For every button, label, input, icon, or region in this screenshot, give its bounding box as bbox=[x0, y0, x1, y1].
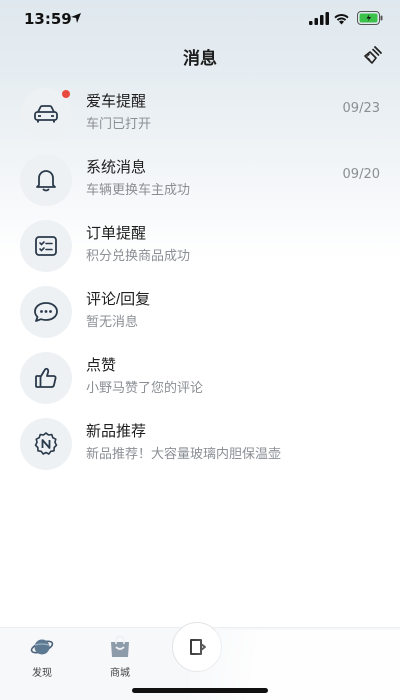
message-icon-container bbox=[20, 88, 72, 140]
message-item-order[interactable]: 订单提醒 积分兑换商品成功 bbox=[0, 212, 400, 278]
tab-label: 商城 bbox=[110, 668, 130, 679]
clear-messages-button[interactable] bbox=[360, 42, 386, 68]
comment-bubble-icon bbox=[34, 302, 58, 322]
message-subtitle: 车门已打开 bbox=[86, 116, 152, 131]
message-item-comment[interactable]: 评论/回复 暂无消息 bbox=[0, 278, 400, 344]
location-arrow-icon bbox=[71, 13, 81, 23]
tab-label: 发现 bbox=[32, 668, 52, 679]
message-subtitle: 小野马赞了您的评论 bbox=[86, 380, 204, 395]
message-icon-container bbox=[20, 220, 72, 272]
message-subtitle: 暂无消息 bbox=[86, 314, 139, 329]
message-subtitle: 新品推荐！大容量玻璃内胆保温壶 bbox=[86, 446, 282, 461]
status-bar: 13:59 bbox=[0, 0, 400, 40]
new-product-badge-icon bbox=[34, 432, 58, 455]
order-list-icon bbox=[35, 236, 57, 256]
nav-bar: 消息 bbox=[0, 38, 400, 72]
message-icon-container bbox=[20, 352, 72, 404]
tab-discover[interactable]: 发现 bbox=[12, 634, 72, 679]
message-title: 系统消息 bbox=[86, 159, 147, 176]
message-title: 订单提醒 bbox=[86, 225, 147, 242]
message-item-car-reminder[interactable]: 爱车提醒 车门已打开 09/23 bbox=[0, 80, 400, 146]
message-title: 评论/回复 bbox=[86, 291, 151, 308]
message-title: 爱车提醒 bbox=[86, 93, 147, 110]
thumbs-up-icon bbox=[35, 367, 57, 388]
message-subtitle: 积分兑换商品成功 bbox=[86, 248, 191, 263]
battery-icon bbox=[357, 11, 383, 25]
status-time: 13:59 bbox=[24, 10, 72, 28]
planet-icon bbox=[30, 639, 54, 655]
home-indicator bbox=[132, 688, 268, 693]
bell-icon bbox=[36, 170, 56, 192]
message-icon-container bbox=[20, 286, 72, 338]
message-list: 爱车提醒 车门已打开 09/23 系统消息 车辆更换车主成功 09/20 订单提… bbox=[0, 80, 400, 476]
tab-mall[interactable]: 商城 bbox=[90, 634, 150, 679]
wifi-icon bbox=[334, 14, 349, 25]
message-item-likes[interactable]: 点赞 小野马赞了您的评论 bbox=[0, 344, 400, 410]
broom-icon bbox=[364, 46, 382, 64]
message-icon-container bbox=[20, 154, 72, 206]
message-title: 点赞 bbox=[86, 357, 117, 374]
message-icon-container bbox=[20, 418, 72, 470]
page-title: 消息 bbox=[183, 49, 217, 68]
car-icon bbox=[34, 105, 58, 123]
message-date: 09/23 bbox=[342, 101, 380, 116]
message-subtitle: 车辆更换车主成功 bbox=[86, 182, 191, 197]
message-item-system[interactable]: 系统消息 车辆更换车主成功 09/20 bbox=[0, 146, 400, 212]
message-date: 09/20 bbox=[342, 167, 380, 182]
message-title: 新品推荐 bbox=[86, 423, 147, 440]
cellular-signal-icon bbox=[309, 12, 329, 25]
unread-dot bbox=[62, 90, 70, 98]
message-item-new-product[interactable]: 新品推荐 新品推荐！大容量玻璃内胆保温壶 bbox=[0, 410, 400, 476]
shopping-bag-icon bbox=[111, 635, 129, 657]
